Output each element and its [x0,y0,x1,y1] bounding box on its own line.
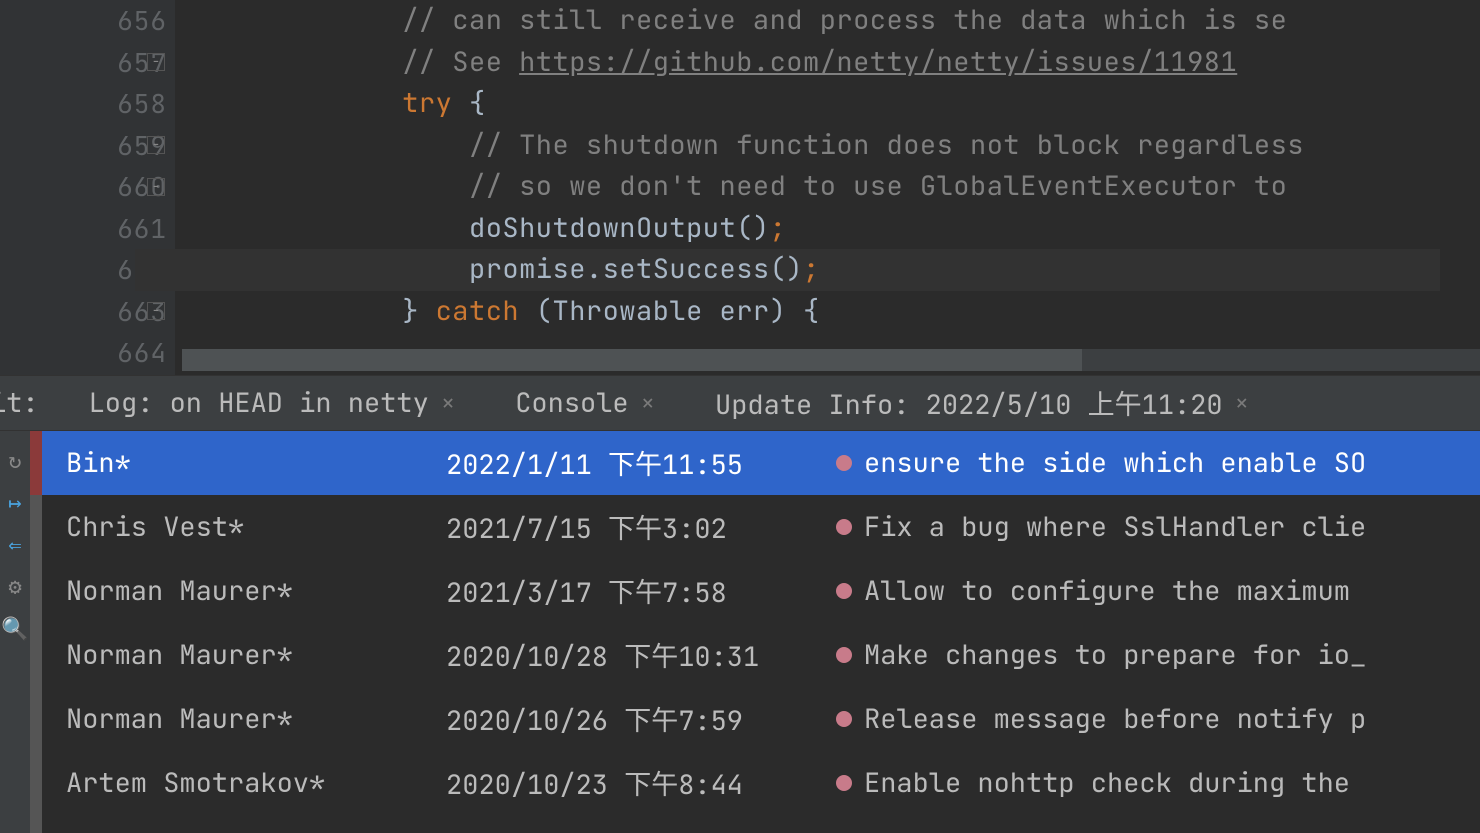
search-icon[interactable]: 🔍 [4,617,26,639]
code-line[interactable]: try { [135,83,1440,125]
commit-author: Norman Maurer* [66,573,446,609]
commit-date: 2021/7/15 下午3:02 [446,507,836,547]
code-editor[interactable]: 656657−658659−660−661662663−664 // can s… [0,0,1480,375]
tab-console[interactable]: Console × [505,376,665,430]
horizontal-scrollbar[interactable] [182,349,1480,371]
tab-update-label: Update Info: 2022/5/10 上午11:20 [715,383,1223,423]
commit-author: Bin* [66,445,446,481]
code-line[interactable]: // The shutdown function does not block … [135,125,1440,167]
graph-node-icon [836,775,852,791]
code-line[interactable]: promise.setSuccess(); [135,249,1440,291]
close-icon[interactable]: × [441,388,455,419]
graph-node-icon [836,455,852,471]
tab-prefix: it: [0,385,39,421]
code-line[interactable]: // can still receive and process the dat… [135,0,1440,42]
push-icon[interactable]: ⇐ [4,533,26,555]
scrollbar-thumb[interactable] [182,349,1082,371]
tab-update-info[interactable]: Update Info: 2022/5/10 上午11:20 × [705,376,1259,430]
code-line[interactable]: // See https://github.com/netty/netty/is… [135,42,1440,84]
graph-node-icon [836,519,852,535]
refresh-icon[interactable]: ↻ [4,449,26,471]
commit-date: 2022/1/11 下午11:55 [446,443,836,483]
graph-node-icon [836,583,852,599]
commit-row[interactable]: Norman Maurer*2020/10/28 下午10:31Make cha… [42,623,1480,687]
commit-row[interactable]: Norman Maurer*2020/10/26 下午7:59Release m… [42,687,1480,751]
vcs-log-panel: ↻ ↦ ⇐ ⚙ 🔍 Bin*2022/1/11 下午11:55ensure th… [0,431,1480,833]
commit-author: Norman Maurer* [66,701,446,737]
graph-node-icon [836,711,852,727]
commit-message: Allow to configure the maximum [836,573,1480,609]
commit-message: Fix a bug where SslHandler clie [836,509,1480,545]
code-content[interactable]: // can still receive and process the dat… [175,0,1480,375]
commit-row[interactable]: Artem Smotrakov*2020/10/23 下午8:44Enable … [42,751,1480,815]
cherry-pick-icon[interactable]: ↦ [4,491,26,513]
commit-message: Make changes to prepare for io_ [836,637,1480,673]
code-line[interactable]: doShutdownOutput(); [135,208,1440,250]
code-line[interactable]: } catch (Throwable err) { [135,291,1440,333]
commit-list[interactable]: Bin*2022/1/11 下午11:55ensure the side whi… [42,431,1480,833]
settings-icon[interactable]: ⚙ [4,575,26,597]
commit-author: Artem Smotrakov* [66,765,446,801]
vcs-tabbar: it: Log: on HEAD in netty × Console × Up… [0,375,1480,431]
commit-date: 2021/3/17 下午7:58 [446,571,836,611]
commit-author: Norman Maurer* [66,637,446,673]
commit-row[interactable]: Bin*2022/1/11 下午11:55ensure the side whi… [42,431,1480,495]
log-overview-ruler[interactable] [30,431,42,833]
tab-log-label: Log: on HEAD in netty [89,385,429,421]
code-line[interactable]: // so we don't need to use GlobalEventEx… [135,166,1440,208]
commit-date: 2020/10/28 下午10:31 [446,635,836,675]
commit-message: ensure the side which enable SO [836,445,1480,481]
close-icon[interactable]: × [641,388,655,419]
commit-message: Release message before notify p [836,701,1480,737]
graph-node-icon [836,647,852,663]
close-icon[interactable]: × [1235,388,1249,419]
commit-author: Chris Vest* [66,509,446,545]
commit-message: Enable nohttp check during the [836,765,1480,801]
tab-console-label: Console [515,385,628,421]
commit-date: 2020/10/23 下午8:44 [446,763,836,803]
tab-log[interactable]: Log: on HEAD in netty × [79,376,466,430]
commit-row[interactable]: Norman Maurer*2021/3/17 下午7:58Allow to c… [42,559,1480,623]
ruler-marker [30,431,42,495]
commit-date: 2020/10/26 下午7:59 [446,699,836,739]
commit-row[interactable]: Chris Vest*2021/7/15 下午3:02Fix a bug whe… [42,495,1480,559]
log-toolbar: ↻ ↦ ⇐ ⚙ 🔍 [0,431,30,833]
